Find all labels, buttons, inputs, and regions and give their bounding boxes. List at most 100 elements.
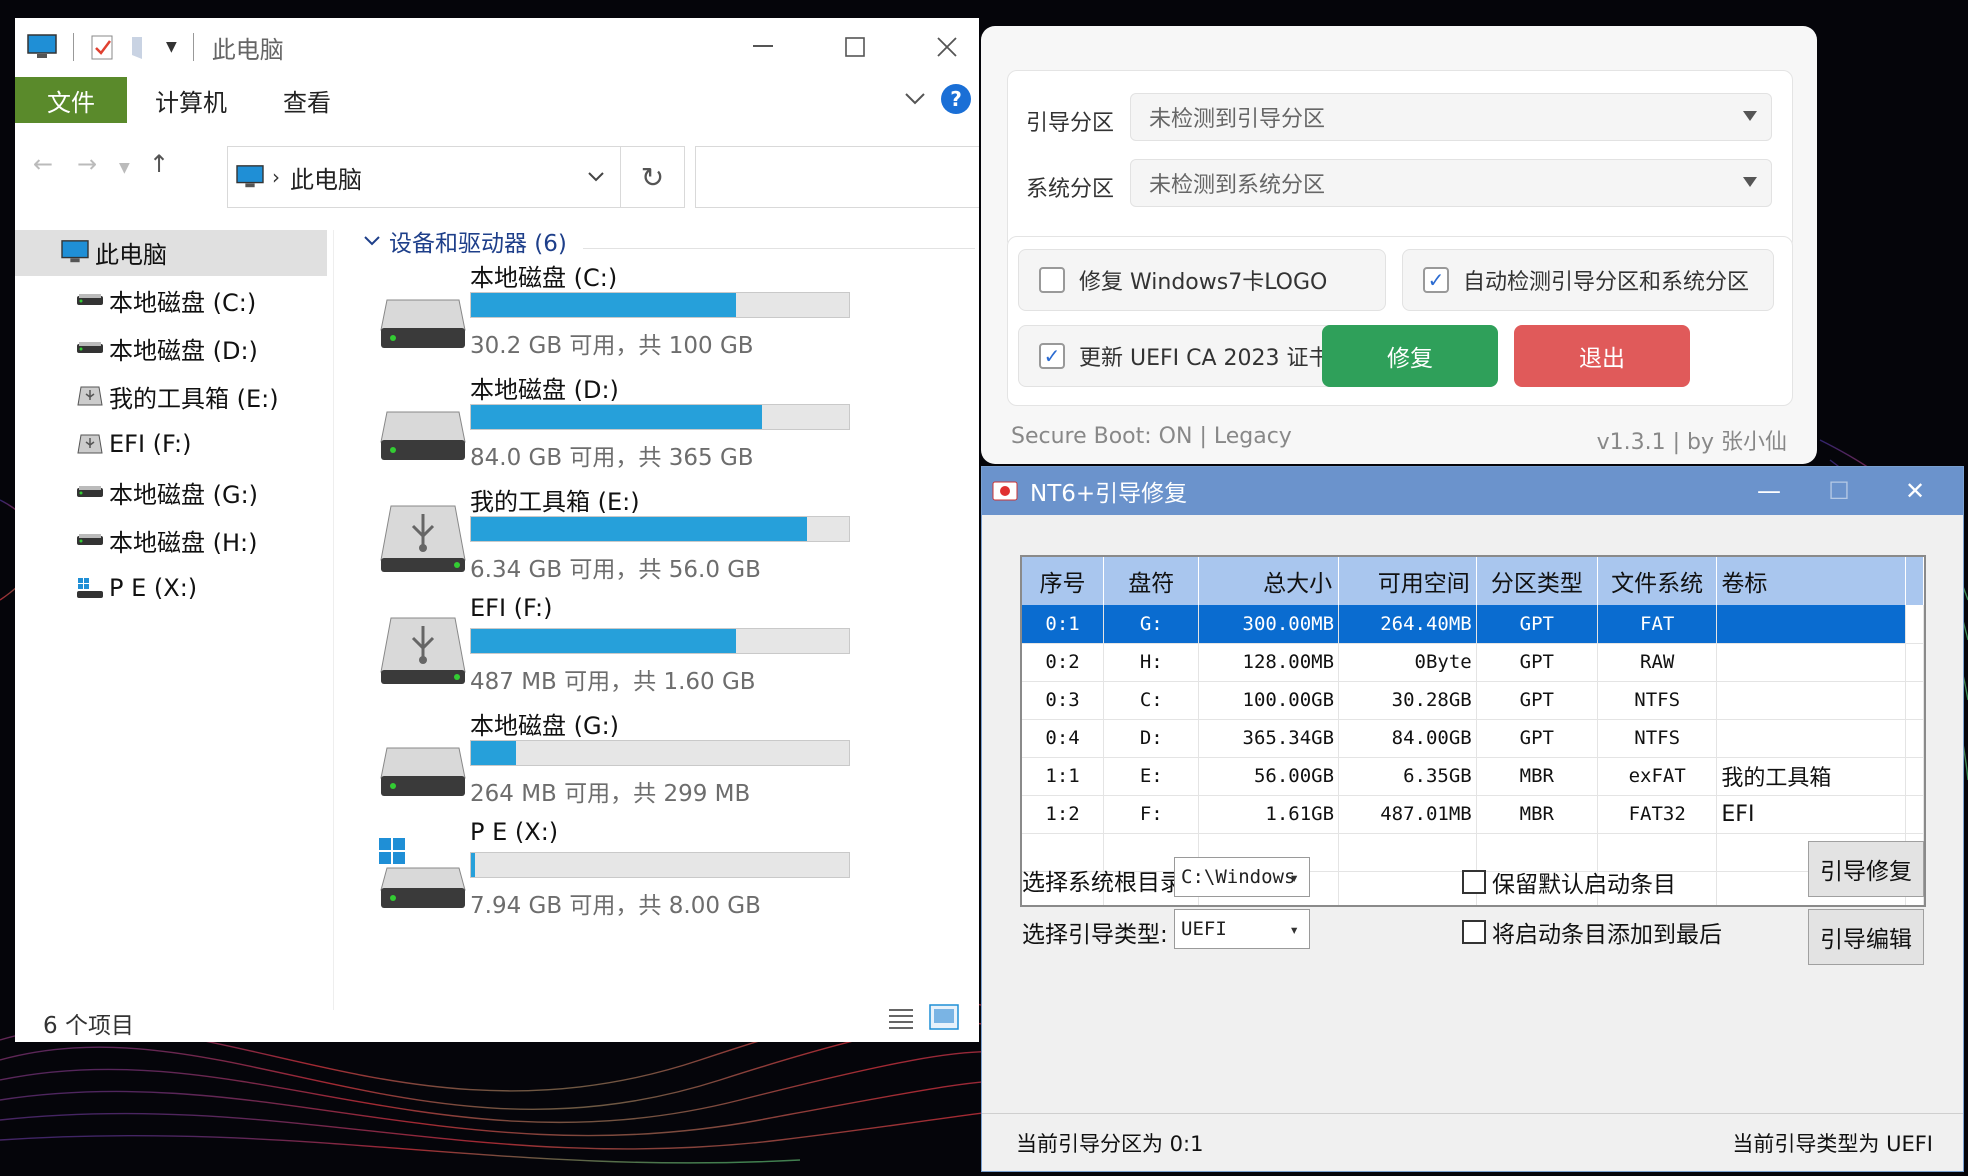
sysroot-select[interactable]: C:\Windows ▾ (1174, 857, 1310, 897)
minimize-button[interactable] (717, 18, 809, 76)
minimize-button[interactable]: — (1734, 467, 1804, 515)
table-cell: F: (1103, 795, 1200, 834)
drive-tile[interactable]: EFI (F:) 487 MB 可用，共 1.60 GB (345, 594, 979, 704)
recent-locations-icon[interactable]: ▼ (119, 160, 130, 176)
back-icon[interactable]: ← (33, 150, 53, 178)
column-header[interactable]: 总大小 (1198, 557, 1340, 605)
table-row[interactable]: 0:1 G: 300.00MB 264.40MB GPT FAT (1022, 605, 1924, 644)
tree-item-drive-h[interactable]: 本地磁盘 (H:) (77, 518, 258, 562)
table-row[interactable]: 1:1 E: 56.00GB 6.35GB MBR exFAT 我的工具箱 (1022, 757, 1924, 796)
maximize-button[interactable] (809, 18, 901, 76)
drive-tile[interactable]: 本地磁盘 (C:) 30.2 GB 可用，共 100 GB (345, 258, 979, 368)
tree-item-drive-e[interactable]: 我的工具箱 (E:) (77, 374, 279, 418)
details-view-icon[interactable] (887, 1006, 915, 1030)
drive-tile[interactable]: 我的工具箱 (E:) 6.34 GB 可用，共 56.0 GB (345, 482, 979, 592)
table-row[interactable]: 0:4 D: 365.34GB 84.00GB GPT NTFS (1022, 719, 1924, 758)
close-button[interactable] (901, 18, 979, 76)
checkbox-box (1462, 920, 1486, 944)
tree-item-label: 本地磁盘 (C:) (109, 288, 257, 317)
forward-icon[interactable]: → (77, 150, 97, 178)
options-card: 修复 Windows7卡LOGO ✓ 自动检测引导分区和系统分区 ✓ 更新 UE… (1007, 236, 1793, 406)
tree-item-label: 本地磁盘 (G:) (109, 480, 259, 509)
tree-item-drive-x[interactable]: P E (X:) (77, 566, 197, 610)
table-cell (1716, 681, 1907, 720)
new-folder-icon[interactable] (128, 33, 154, 61)
maximize-button[interactable]: ☐ (1804, 467, 1874, 515)
tree-item-drive-d[interactable]: 本地磁盘 (D:) (77, 326, 258, 370)
tree-item-label: 我的工具箱 (E:) (109, 384, 279, 413)
chevron-down-icon (364, 236, 380, 246)
repair-button[interactable]: 修复 (1322, 325, 1498, 387)
column-header[interactable]: 文件系统 (1597, 557, 1718, 605)
table-row[interactable]: 1:2 F: 1.61GB 487.01MB MBR FAT32 EFI (1022, 795, 1924, 834)
customize-quick-access-icon[interactable]: ▼ (166, 39, 177, 55)
boot-edit-button[interactable]: 引导编辑 (1808, 909, 1924, 965)
table-row[interactable]: 0:3 C: 100.00GB 30.28GB GPT NTFS (1022, 681, 1924, 720)
usb-drive-icon (379, 502, 467, 576)
drive-icon (379, 278, 467, 352)
properties-icon[interactable] (90, 33, 116, 61)
windows-drive-icon (77, 578, 103, 598)
navigation-pane: 此电脑 本地磁盘 (C:) 本地磁盘 (D:) 我的工具箱 (E:) EFI (… (15, 230, 331, 990)
tree-item-drive-f[interactable]: EFI (F:) (77, 422, 191, 466)
close-button[interactable]: ✕ (1880, 467, 1950, 515)
keep-default-entry-checkbox[interactable]: 保留默认启动条目 (1462, 865, 1676, 899)
help-icon[interactable]: ? (941, 84, 971, 114)
close-icon: ✕ (1904, 477, 1926, 505)
boot-repair-button[interactable]: 引导修复 (1808, 841, 1924, 897)
table-cell: C: (1103, 681, 1200, 720)
auto-detect-checkbox[interactable]: ✓ 自动检测引导分区和系统分区 (1402, 249, 1774, 311)
boot-partition-value: 未检测到引导分区 (1149, 107, 1326, 132)
expand-ribbon-icon[interactable] (903, 86, 927, 110)
column-header[interactable]: 分区类型 (1476, 557, 1598, 605)
chevron-down-icon: ▾ (1289, 868, 1299, 887)
table-cell (1905, 757, 1924, 796)
table-cell: 0:1 (1022, 605, 1105, 644)
nt6-boot-repair-window: NT6+引导修复 — ☐ ✕ 序号 盘符 总大小 可用空间 分区类型 文件系统 … (981, 466, 1964, 1172)
table-cell: 0Byte (1338, 643, 1477, 682)
search-input[interactable] (695, 146, 979, 208)
drive-usage-bar (470, 516, 850, 542)
table-cell: FAT32 (1597, 795, 1718, 834)
table-cell: D: (1103, 719, 1200, 758)
drive-usage-bar (470, 292, 850, 318)
tab-computer[interactable]: 计算机 (155, 83, 255, 118)
drive-usage-bar (470, 628, 850, 654)
tree-item-drive-g[interactable]: 本地磁盘 (G:) (77, 470, 258, 514)
drive-tile[interactable]: 本地磁盘 (D:) 84.0 GB 可用，共 365 GB (345, 370, 979, 480)
column-header[interactable]: 可用空间 (1338, 557, 1477, 605)
tab-view[interactable]: 查看 (283, 83, 383, 118)
column-header[interactable]: 序号 (1022, 557, 1105, 605)
drive-tile[interactable]: P E (X:) 7.94 GB 可用，共 8.00 GB (345, 818, 979, 928)
table-cell: FAT (1597, 605, 1718, 644)
table-cell: 300.00MB (1198, 605, 1340, 644)
breadcrumb-chevron-icon[interactable]: › (272, 165, 280, 189)
fix-win7-logo-checkbox[interactable]: 修复 Windows7卡LOGO (1018, 249, 1386, 311)
table-row[interactable]: 0:2 H: 128.00MB 0Byte GPT RAW (1022, 643, 1924, 682)
monitor-icon (61, 240, 89, 263)
tab-file[interactable]: 文件 (15, 77, 127, 123)
breadcrumb[interactable]: 此电脑 (290, 160, 362, 195)
system-partition-select[interactable]: 未检测到系统分区 (1130, 159, 1772, 207)
boottype-select[interactable]: UEFI ▾ (1174, 909, 1310, 949)
address-dropdown-icon[interactable] (586, 167, 606, 187)
large-icons-view-icon[interactable] (929, 1004, 959, 1030)
tree-item-drive-c[interactable]: 本地磁盘 (C:) (77, 278, 256, 322)
up-icon[interactable]: ↑ (149, 150, 169, 178)
drive-tile[interactable]: 本地磁盘 (G:) 264 MB 可用，共 299 MB (345, 706, 979, 816)
dropdown-arrow-icon (1743, 111, 1757, 121)
tree-item-this-pc[interactable]: 此电脑 (61, 230, 167, 274)
minimize-icon: — (1757, 477, 1781, 505)
drive-usage-fill (471, 629, 736, 653)
column-header[interactable]: 卷标 (1716, 557, 1907, 605)
tree-item-label: 此电脑 (95, 240, 167, 269)
exit-button[interactable]: 退出 (1514, 325, 1690, 387)
group-header[interactable]: 设备和驱动器 (6) (363, 224, 567, 258)
window-title: NT6+引导修复 (1030, 481, 1188, 507)
append-last-checkbox[interactable]: 将启动条目添加到最后 (1462, 915, 1722, 949)
refresh-button[interactable]: ↻ (621, 146, 685, 208)
pane-divider[interactable] (333, 230, 334, 1010)
boot-partition-select[interactable]: 未检测到引导分区 (1130, 93, 1772, 141)
address-bar[interactable]: › 此电脑 (227, 146, 621, 208)
column-header[interactable]: 盘符 (1103, 557, 1200, 605)
